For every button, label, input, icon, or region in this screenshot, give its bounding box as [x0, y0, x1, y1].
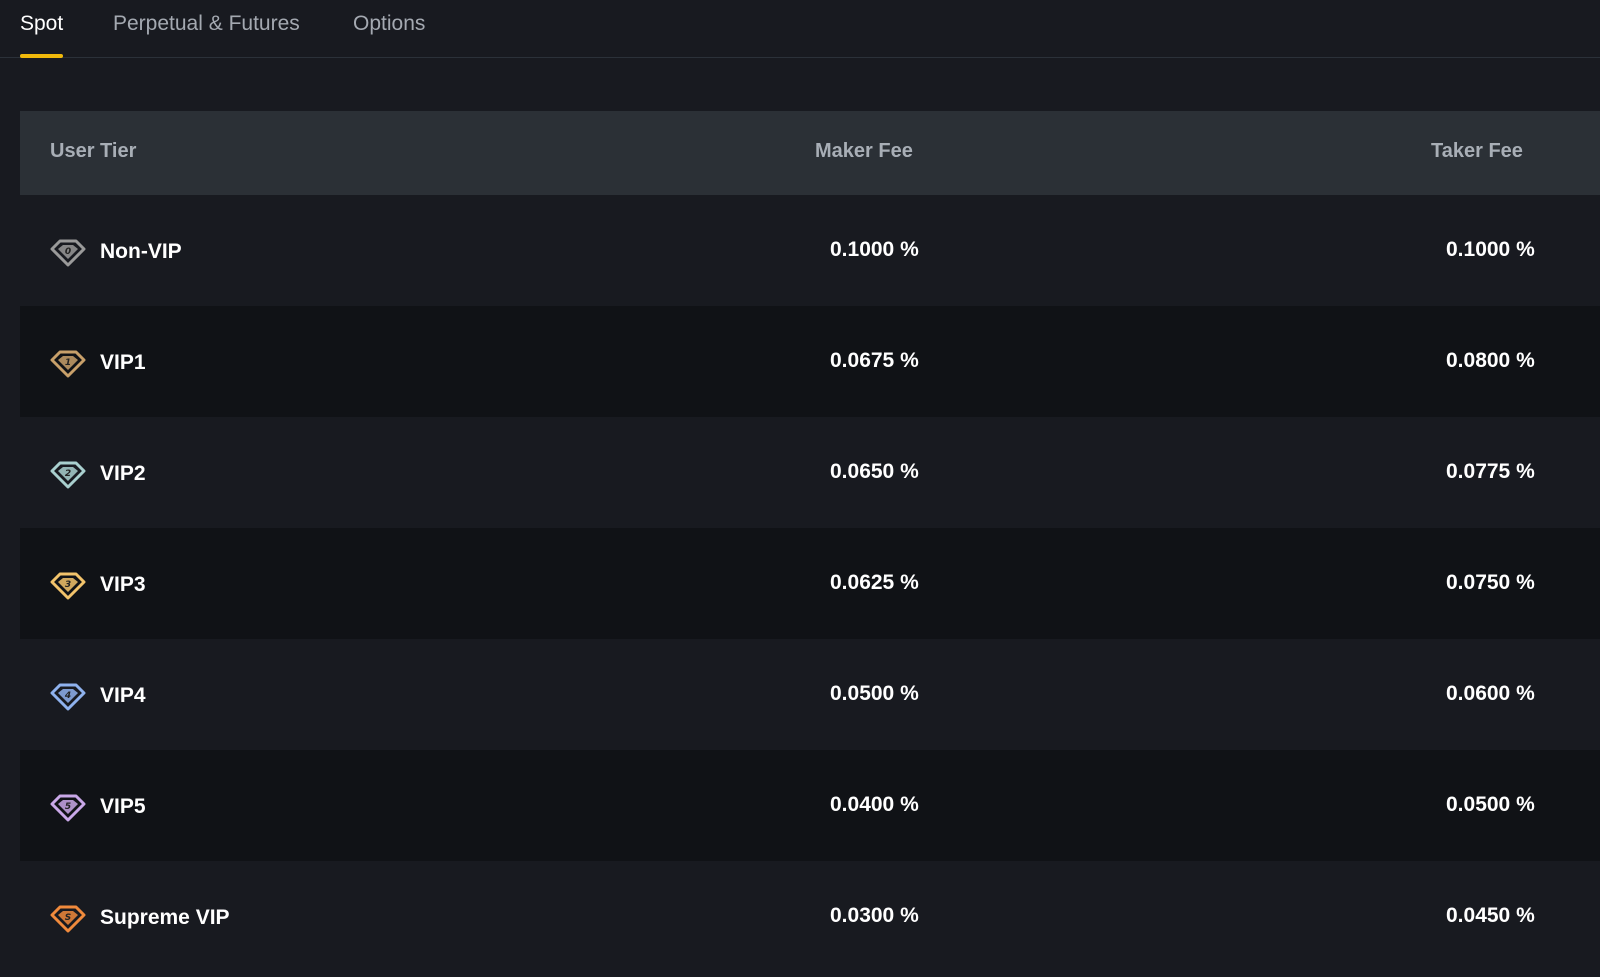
svg-text:3: 3: [65, 580, 71, 590]
taker-fee-cell: 0.1000 %: [1446, 238, 1535, 261]
maker-fee-cell: 0.0400 %: [830, 793, 919, 816]
tier-cell: 5 VIP5: [50, 792, 146, 822]
tier-name: VIP4: [100, 684, 146, 707]
svg-text:2: 2: [65, 469, 71, 479]
tier-name: VIP5: [100, 795, 146, 818]
vip-5-badge-icon: 5: [50, 794, 86, 822]
vip-0-badge-icon: 0: [50, 239, 86, 267]
table-row: 3 VIP3 0.0625 % 0.0750 %: [20, 528, 1600, 639]
supreme-vip-badge-icon: S: [50, 905, 86, 933]
tier-name: VIP3: [100, 573, 146, 596]
taker-fee-cell: 0.0750 %: [1446, 571, 1535, 594]
taker-fee-cell: 0.0600 %: [1446, 682, 1535, 705]
header-maker-fee: Maker Fee: [815, 140, 913, 162]
svg-text:S: S: [65, 913, 71, 923]
tier-cell: 3 VIP3: [50, 570, 146, 600]
header-user-tier: User Tier: [50, 140, 137, 162]
vip-2-badge-icon: 2: [50, 461, 86, 489]
taker-fee-cell: 0.0800 %: [1446, 349, 1535, 372]
maker-fee-cell: 0.0300 %: [830, 904, 919, 927]
maker-fee-cell: 0.0650 %: [830, 460, 919, 483]
header-taker-fee: Taker Fee: [1431, 140, 1523, 162]
tier-cell: 1 VIP1: [50, 348, 146, 378]
tab-options[interactable]: Options: [353, 10, 425, 58]
svg-text:0: 0: [65, 247, 71, 257]
table-header: User Tier Maker Fee Taker Fee: [20, 111, 1600, 195]
tier-name: Non-VIP: [100, 240, 182, 263]
vip-1-badge-icon: 1: [50, 350, 86, 378]
svg-text:4: 4: [64, 691, 71, 701]
tier-name: VIP2: [100, 462, 146, 485]
table-row: S Supreme VIP 0.0300 % 0.0450 %: [20, 861, 1600, 972]
svg-text:5: 5: [65, 802, 71, 812]
tier-cell: 4 VIP4: [50, 681, 146, 711]
tier-cell: S Supreme VIP: [50, 903, 230, 933]
maker-fee-cell: 0.0625 %: [830, 571, 919, 594]
taker-fee-cell: 0.0500 %: [1446, 793, 1535, 816]
table-row: 1 VIP1 0.0675 % 0.0800 %: [20, 306, 1600, 417]
tab-spot[interactable]: Spot: [20, 10, 64, 58]
fee-table: User Tier Maker Fee Taker Fee 0 Non-VIP 0.…: [20, 111, 1600, 972]
table-row: 0 Non-VIP 0.1000 % 0.1000 %: [20, 195, 1600, 306]
table-row: 2 VIP2 0.0650 % 0.0775 %: [20, 417, 1600, 528]
maker-fee-cell: 0.1000 %: [830, 238, 919, 261]
tier-cell: 2 VIP2: [50, 459, 146, 489]
table-body: 0 Non-VIP 0.1000 % 0.1000 % 1 VIP1 0.0675 % 0.0…: [20, 195, 1600, 972]
taker-fee-cell: 0.0775 %: [1446, 460, 1535, 483]
maker-fee-cell: 0.0500 %: [830, 682, 919, 705]
table-row: 5 VIP5 0.0400 % 0.0500 %: [20, 750, 1600, 861]
table-row: 4 VIP4 0.0500 % 0.0600 %: [20, 639, 1600, 750]
tier-cell: 0 Non-VIP: [50, 237, 182, 267]
vip-3-badge-icon: 3: [50, 572, 86, 600]
svg-text:1: 1: [65, 358, 71, 368]
fee-tabs: Spot Perpetual & Futures Options: [0, 0, 1600, 58]
tier-name: VIP1: [100, 351, 146, 374]
maker-fee-cell: 0.0675 %: [830, 349, 919, 372]
tab-perpetual-futures[interactable]: Perpetual & Futures: [113, 10, 300, 58]
tier-name: Supreme VIP: [100, 906, 230, 929]
vip-4-badge-icon: 4: [50, 683, 86, 711]
taker-fee-cell: 0.0450 %: [1446, 904, 1535, 927]
